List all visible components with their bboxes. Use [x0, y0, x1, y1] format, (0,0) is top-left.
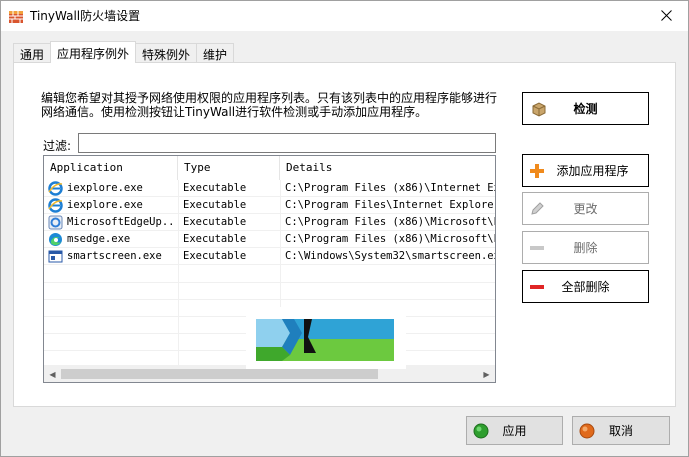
close-icon — [660, 10, 672, 21]
table-row[interactable]: MicrosoftEdgeUp... Executable C:\Program… — [44, 214, 495, 231]
tab-general[interactable]: 通用 — [13, 43, 52, 63]
orange-circle-icon — [579, 423, 595, 439]
remove-label: 删除 — [573, 241, 598, 255]
green-circle-icon — [473, 423, 489, 439]
app-name-cell: msedge.exe — [67, 233, 131, 245]
filter-label: 过滤: — [43, 139, 72, 153]
app-name-cell: iexplore.exe — [67, 182, 143, 194]
details-cell: C:\Program Files (x86)\Microsoft\Ed — [285, 216, 496, 228]
type-cell: Executable — [183, 199, 247, 211]
details-cell: C:\Program Files\Internet Explorer\ — [285, 199, 496, 211]
type-cell: Executable — [183, 182, 247, 194]
type-cell: Executable — [183, 250, 247, 262]
detect-button[interactable]: 检测 — [522, 92, 649, 125]
list-header: Application Type Details — [44, 156, 495, 180]
scroll-right-icon[interactable]: ▶ — [478, 366, 495, 382]
internet-explorer-icon — [48, 198, 63, 213]
scroll-thumb[interactable] — [61, 369, 378, 379]
close-button[interactable] — [643, 0, 689, 31]
remove-all-button[interactable]: 全部删除 — [522, 270, 649, 303]
cancel-label: 取消 — [608, 424, 633, 438]
scroll-left-icon[interactable]: ◀ — [44, 366, 61, 382]
table-row[interactable]: iexplore.exe Executable C:\Program Files… — [44, 180, 495, 197]
description-text: 编辑您希望对其授予网络使用权限的应用程序列表。只有该列表中的应用程序能够进行网络… — [41, 91, 498, 119]
brick-wall-icon — [8, 8, 24, 24]
details-cell: C:\Program Files (x86)\Microsoft\Ed — [285, 233, 496, 245]
table-row[interactable]: msedge.exe Executable C:\Program Files (… — [44, 231, 495, 248]
window-app-icon — [48, 249, 63, 264]
grid-line — [44, 299, 495, 300]
detect-label: 检测 — [573, 102, 598, 116]
app-name-cell: smartscreen.exe — [67, 250, 162, 262]
app-name-cell: MicrosoftEdgeUp... — [67, 216, 177, 228]
column-header-type[interactable]: Type — [178, 156, 280, 180]
grid-line — [44, 282, 495, 283]
tab-maintenance[interactable]: 维护 — [196, 43, 235, 63]
edge-icon — [48, 232, 63, 247]
type-cell: Executable — [183, 233, 247, 245]
modify-label: 更改 — [573, 202, 598, 216]
tab-strip: 通用 应用程序例外 特殊例外 维护 — [13, 41, 235, 63]
apply-button[interactable]: 应用 — [466, 416, 563, 445]
edge-update-icon — [48, 215, 63, 230]
plus-icon — [529, 163, 545, 179]
type-cell: Executable — [183, 216, 247, 228]
tab-special-exceptions[interactable]: 特殊例外 — [135, 43, 198, 63]
logo-graphic — [246, 307, 406, 369]
cancel-button[interactable]: 取消 — [572, 416, 670, 445]
add-application-button[interactable]: 添加应用程序 — [522, 154, 649, 187]
app-name-cell: iexplore.exe — [67, 199, 143, 211]
tab-app-exceptions[interactable]: 应用程序例外 — [50, 41, 137, 63]
column-header-application[interactable]: Application — [44, 156, 178, 180]
remove-button[interactable]: 删除 — [522, 231, 649, 264]
minus-red-icon — [529, 279, 545, 295]
internet-explorer-icon — [48, 181, 63, 196]
details-cell: C:\Program Files (x86)\Internet Exp — [285, 182, 496, 194]
add-application-label: 添加应用程序 — [556, 164, 629, 178]
modify-button[interactable]: 更改 — [522, 192, 649, 225]
box-icon — [531, 101, 547, 117]
pencil-icon — [529, 201, 545, 217]
details-cell: C:\Windows\System32\smartscreen.exe — [285, 250, 496, 262]
table-row[interactable]: smartscreen.exe Executable C:\Windows\Sy… — [44, 248, 495, 265]
column-header-details[interactable]: Details — [280, 156, 495, 180]
table-row[interactable]: iexplore.exe Executable C:\Program Files… — [44, 197, 495, 214]
minus-icon — [529, 240, 545, 256]
remove-all-label: 全部删除 — [561, 280, 610, 294]
title-bar[interactable]: TinyWall防火墙设置 — [0, 0, 689, 31]
apply-label: 应用 — [502, 424, 527, 438]
filter-input[interactable] — [78, 133, 496, 153]
window-title: TinyWall防火墙设置 — [30, 9, 141, 23]
